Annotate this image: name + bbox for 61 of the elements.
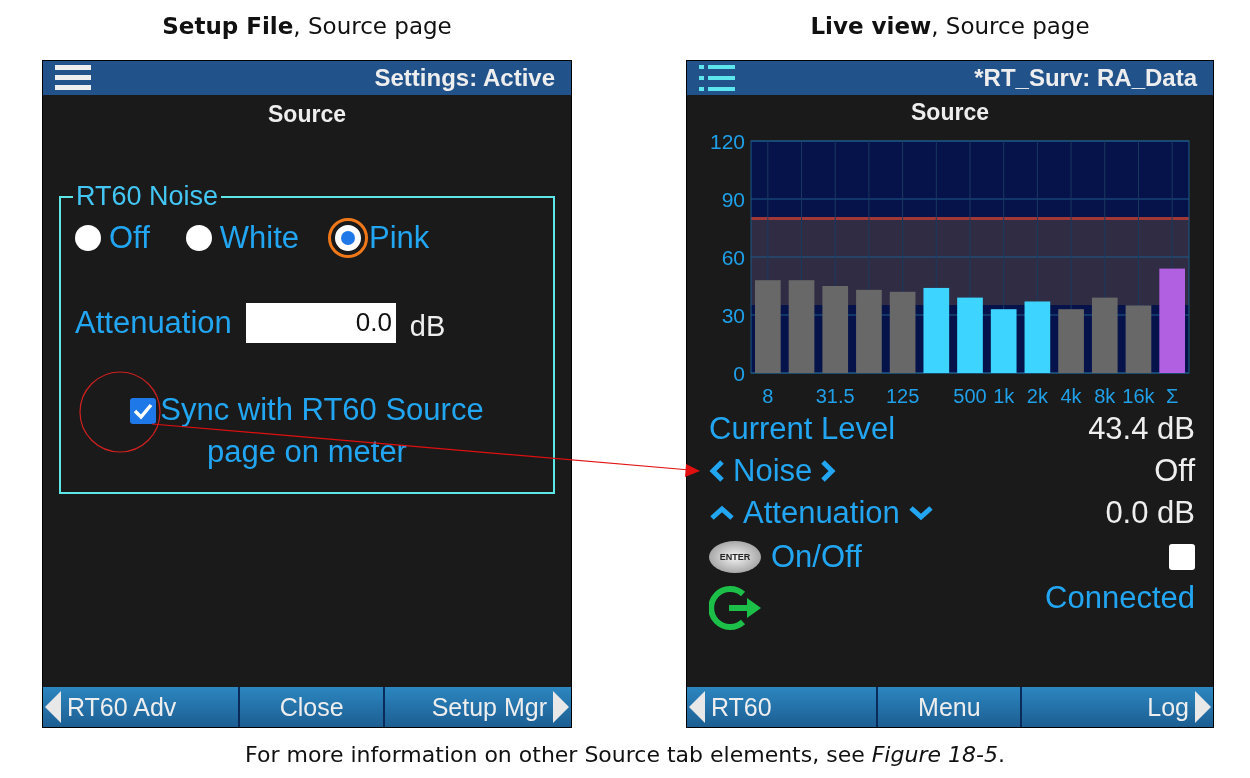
x-axis-label: 4k [1060,385,1082,407]
row-label: Attenuation [743,495,900,531]
menu-icon[interactable] [55,64,91,92]
x-axis-label: 1k [993,385,1015,407]
chart-bar [1058,309,1084,373]
x-axis-label: 16k [1122,385,1155,407]
left-triangle-icon [689,691,705,723]
x-axis-label: 8 [762,385,774,407]
chevron-right-icon [820,459,837,483]
row-value: 43.4 dB [1088,411,1195,447]
x-axis-label: Σ [1165,385,1179,407]
softkey-button[interactable]: Close [240,687,383,727]
footnote-text: For more information on other Source tab elements, see Figure 18-5. [244,742,1006,767]
status-text: Connected [1045,580,1195,616]
checkbox-label[interactable]: Sync with RT60 Source page on meter [107,389,507,473]
chevron-down-icon [907,505,934,521]
x-axis-label: 500 [953,385,987,407]
row-label: Current Level [709,411,896,447]
y-axis-label: 60 [721,246,745,269]
x-axis-label: 31.5 [815,385,855,407]
left-triangle-icon [45,691,61,723]
exit-arrow-icon [709,584,763,632]
row-value: Off [1154,453,1195,489]
checkbox[interactable] [1169,544,1195,570]
softkey-button[interactable]: Log [1022,687,1213,727]
softkey-button[interactable]: RT60 [687,687,877,727]
chevron-left-icon [709,459,725,483]
checkbox[interactable] [130,398,157,424]
softkey-button[interactable]: RT60 Adv [43,687,239,727]
y-axis-label: 0 [733,362,745,385]
field-label: Attenuation [75,304,232,341]
softkey-button[interactable]: Menu [878,687,1021,727]
row-label: On/Off [771,539,862,575]
page-title: Source [267,101,347,128]
unit-label: dB [409,310,446,343]
screen-title: *RT_Surv: RA_Data [974,64,1197,92]
x-axis-label: 8k [1094,385,1116,407]
y-axis-label: 30 [721,304,745,327]
radio-option[interactable]: White [185,220,300,256]
x-axis-label: 125 [885,385,920,407]
chart-bar [990,309,1017,373]
row-label: Noise [733,453,813,489]
y-axis-label: 120 [709,130,745,153]
softkey-button[interactable]: Setup Mgr [384,687,571,727]
chevron-up-icon [709,505,735,521]
radio-option[interactable]: Off [75,220,150,256]
enter-key-badge: ENTER [709,541,761,573]
list-icon[interactable] [699,65,735,91]
right-triangle-icon [1195,691,1211,723]
right-triangle-icon [553,691,569,723]
chart-bar [1024,301,1051,373]
figure-caption: Live view, Source page [810,17,1090,41]
x-axis-label: 2k [1026,385,1048,407]
y-axis-label: 90 [721,188,745,211]
input-field[interactable]: 0.0 [245,302,396,343]
row-value: 0.0 dB [1105,495,1195,531]
page-title: Source [910,99,990,126]
chart-bar [1125,305,1152,373]
radio-option[interactable]: Pink [335,220,430,256]
figure-caption: Setup File, Source page [162,17,452,41]
screen-title: Settings: Active [374,64,555,92]
